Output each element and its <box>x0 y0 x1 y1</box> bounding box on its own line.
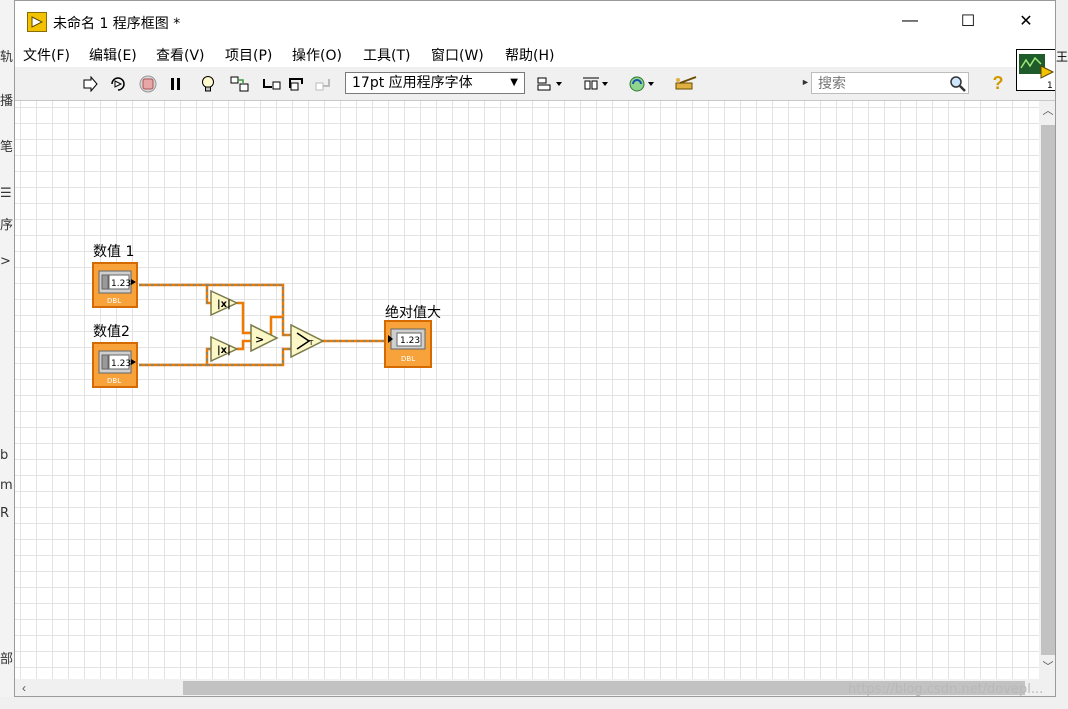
background-app-bottom <box>0 697 1068 709</box>
highlight-execution-icon[interactable] <box>197 73 219 95</box>
svg-text:|x|: |x| <box>217 299 231 310</box>
svg-text:1: 1 <box>1047 81 1053 90</box>
absolute-value-node-2[interactable]: |x| <box>210 335 239 363</box>
step-over-icon[interactable] <box>287 73 309 95</box>
menu-file[interactable]: 文件(F) <box>23 45 70 65</box>
minimize-button[interactable]: — <box>881 1 939 41</box>
clean-up-diagram-icon[interactable] <box>673 73 701 95</box>
maximize-button[interactable]: ☐ <box>939 1 997 41</box>
background-app-right: 王 <box>1056 0 1068 709</box>
bg-fragment: 轨 <box>0 50 14 65</box>
chevron-up-icon[interactable]: ︿ <box>1039 101 1055 121</box>
chevron-down-icon[interactable]: ﹀ <box>1039 657 1055 677</box>
bg-fragment: 部 <box>0 652 14 667</box>
wire-highlight <box>139 284 385 366</box>
bg-fragment: > <box>0 254 11 269</box>
labview-icon <box>27 12 47 32</box>
bg-fragment: 播 <box>0 94 14 109</box>
numeric-control-1[interactable]: 1.23 DBL <box>92 262 138 308</box>
toolbar: 17pt 应用程序字体 ▼ ► ? <box>15 67 1055 101</box>
block-diagram-canvas[interactable]: 数值 1 数值2 绝对值大 1.23 DBL 1.23 DBL |x| |x| … <box>15 101 1039 679</box>
vertical-scrollbar[interactable]: ︿ ﹀ <box>1039 101 1055 679</box>
numeric-text: 1.23 <box>111 359 131 369</box>
menu-operate[interactable]: 操作(O) <box>292 45 342 65</box>
align-objects-icon[interactable] <box>535 73 565 95</box>
block-diagram-window: 未命名 1 程序框图 * — ☐ ✕ 文件(F) 编辑(E) 查看(V) 项目(… <box>14 0 1056 697</box>
bg-fragment: ☰ <box>0 186 12 201</box>
run-continuously-icon[interactable] <box>107 73 129 95</box>
menu-bar: 文件(F) 编辑(E) 查看(V) 项目(P) 操作(O) 工具(T) 窗口(W… <box>15 41 1055 67</box>
svg-text:T: T <box>308 339 314 347</box>
menu-view[interactable]: 查看(V) <box>156 45 205 65</box>
background-app-left: 轨 播 笔 ☰ 序 > b m R 部 <box>0 0 14 709</box>
bg-fragment: m <box>0 478 13 493</box>
context-help-icon[interactable]: ? <box>987 73 1009 95</box>
bg-fragment: 序 <box>0 218 14 233</box>
wires[interactable] <box>139 283 385 367</box>
svg-text:>: > <box>255 333 264 346</box>
menu-help[interactable]: 帮助(H) <box>505 45 554 65</box>
abort-icon[interactable] <box>137 73 159 95</box>
vertical-scroll-thumb[interactable] <box>1041 125 1055 655</box>
search-field[interactable] <box>811 72 969 94</box>
type-text: DBL <box>107 297 121 305</box>
numeric-indicator[interactable]: 1.23 DBL <box>384 320 432 368</box>
chevron-down-icon: ▼ <box>510 77 518 88</box>
type-text: DBL <box>401 355 415 363</box>
type-text: DBL <box>107 377 121 385</box>
caret-right-icon[interactable]: ► <box>801 77 810 87</box>
menu-edit[interactable]: 编辑(E) <box>89 45 137 65</box>
select-node[interactable]: T <box>290 323 325 359</box>
search-icon[interactable] <box>947 73 969 95</box>
menu-project[interactable]: 项目(P) <box>225 45 272 65</box>
numeric-text: 1.23 <box>400 336 420 346</box>
bg-fragment: R <box>0 506 10 521</box>
menu-window[interactable]: 窗口(W) <box>431 45 484 65</box>
numeric-control-2[interactable]: 1.23 DBL <box>92 342 138 388</box>
retain-wire-values-icon[interactable] <box>229 73 251 95</box>
menu-tools[interactable]: 工具(T) <box>363 45 410 65</box>
font-select[interactable]: 17pt 应用程序字体 ▼ <box>345 72 525 94</box>
bg-fragment: b <box>0 448 9 463</box>
bg-fragment: 王 <box>1056 50 1068 64</box>
absolute-value-node-1[interactable]: |x| <box>210 289 239 317</box>
font-select-value: 17pt 应用程序字体 <box>352 75 473 91</box>
run-arrow-icon[interactable] <box>79 73 101 95</box>
svg-text:|x|: |x| <box>217 345 231 356</box>
greater-than-node[interactable]: > <box>250 323 279 353</box>
bg-fragment: 笔 <box>0 140 14 155</box>
numeric-text: 1.23 <box>111 279 131 289</box>
search-input[interactable] <box>816 74 940 94</box>
diagram-drawing: 1.23 DBL 1.23 DBL |x| |x| > T 1.23 DBL <box>92 262 432 388</box>
close-button[interactable]: ✕ <box>997 1 1055 41</box>
reorder-icon[interactable] <box>627 73 657 95</box>
vi-icon[interactable]: 1 <box>1016 49 1055 91</box>
distribute-objects-icon[interactable] <box>581 73 611 95</box>
step-into-icon[interactable] <box>261 73 283 95</box>
watermark: https://blog.csdn.net/dovepl... <box>848 682 1044 697</box>
chevron-left-icon[interactable]: ‹ <box>15 679 33 696</box>
step-out-icon[interactable] <box>313 73 335 95</box>
pause-icon[interactable] <box>165 73 187 95</box>
window-title: 未命名 1 程序框图 * <box>53 16 181 32</box>
title-bar[interactable]: 未命名 1 程序框图 * — ☐ ✕ <box>15 1 1055 41</box>
